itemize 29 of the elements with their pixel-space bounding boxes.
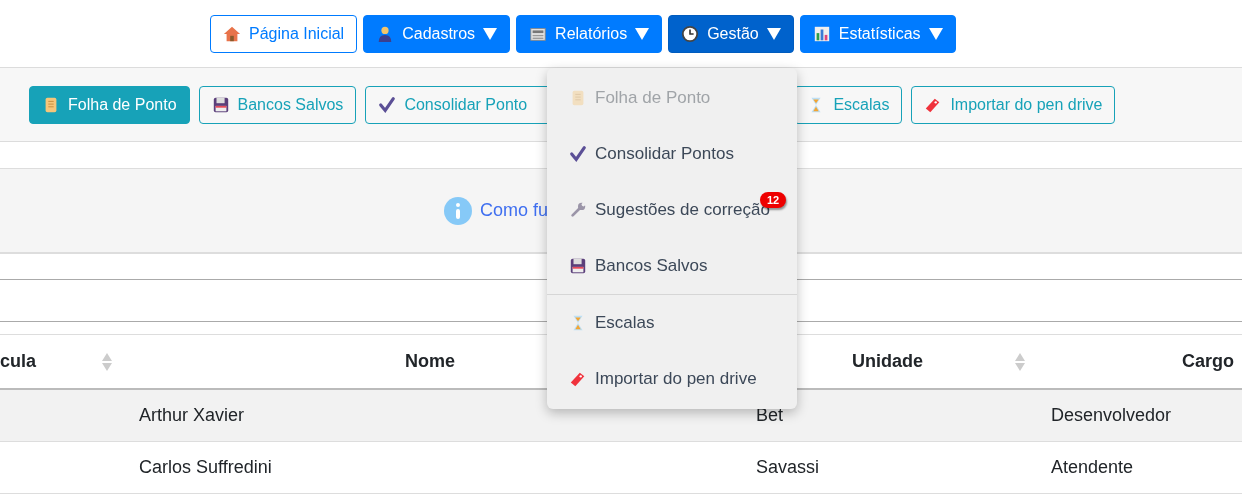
clock-icon — [681, 24, 700, 43]
wrench-icon — [569, 201, 587, 219]
caret-icon — [928, 27, 943, 40]
menu-item[interactable]: Consolidar Pontos — [547, 126, 797, 182]
check-icon — [569, 145, 587, 163]
count-badge: 12 — [760, 192, 787, 208]
caret-icon — [483, 27, 498, 40]
nav-button[interactable]: Relatórios — [516, 14, 663, 53]
floppy-icon — [211, 95, 230, 114]
toolbar-button[interactable]: Folha de Ponto — [29, 85, 190, 124]
nav-button[interactable]: Cadastros — [363, 14, 511, 53]
nav-button[interactable]: Estatísticas — [799, 14, 956, 53]
caret-icon — [635, 27, 650, 40]
sort-icon[interactable] — [102, 351, 112, 372]
toolbar-button[interactable]: Importar do pen drive — [911, 85, 1116, 124]
tag-icon — [569, 370, 587, 388]
info-icon — [444, 196, 472, 225]
floppy-icon — [569, 257, 587, 275]
toolbar-button[interactable]: Bancos Salvos — [198, 85, 357, 124]
nav-button[interactable]: Gestão — [668, 14, 794, 53]
check-icon — [378, 95, 397, 114]
menu-item[interactable]: Bancos Salvos — [547, 238, 797, 294]
sort-icon[interactable] — [1015, 351, 1025, 372]
nav-button[interactable]: Página Inicial — [210, 14, 358, 53]
chart-icon — [812, 24, 831, 43]
house-icon — [223, 24, 241, 43]
caret-icon — [766, 27, 781, 40]
table-cell: Desenvolvedor — [1035, 390, 1242, 442]
help-link[interactable]: Como fu — [480, 197, 549, 224]
